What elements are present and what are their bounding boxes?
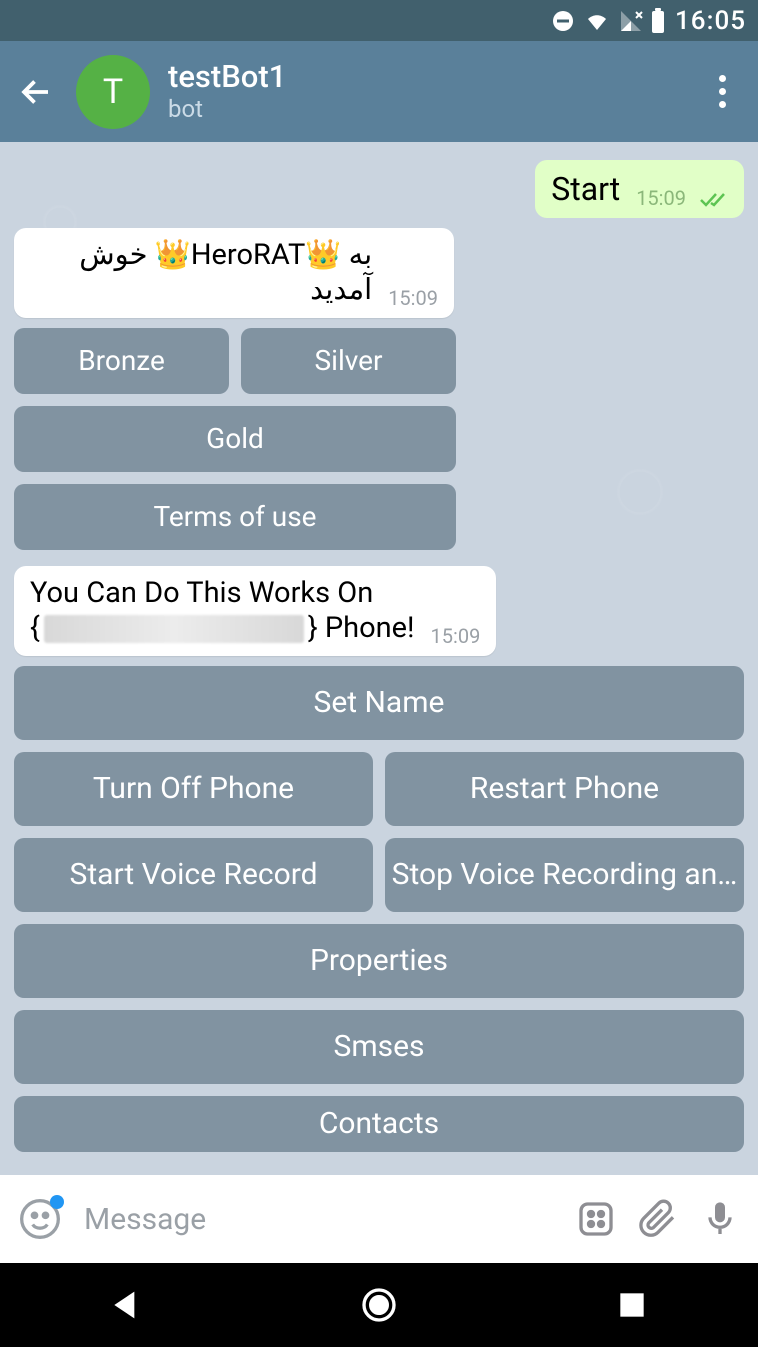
avatar[interactable]: T: [76, 55, 150, 129]
kb-button-terms[interactable]: Terms of use: [14, 484, 456, 550]
attach-icon[interactable]: [638, 1199, 678, 1239]
message-text: Start: [551, 170, 620, 208]
header-titles[interactable]: testBot1 bot: [168, 60, 704, 122]
status-bar: 16:05: [0, 0, 758, 41]
message-in: You Can Do This Works On {} Phone! 15:09: [0, 562, 758, 662]
kb-button-restart[interactable]: Restart Phone: [385, 752, 744, 826]
message-bubble[interactable]: You Can Do This Works On {} Phone! 15:09: [14, 566, 496, 656]
dnd-icon: [551, 9, 575, 33]
kb-button-start-voice[interactable]: Start Voice Record: [14, 838, 373, 912]
kb-button-set-name[interactable]: Set Name: [14, 666, 744, 740]
message-in: به 👑HeroRAT👑 خوش آمدید 15:09: [0, 224, 758, 324]
message-text: You Can Do This Works On {} Phone!: [30, 576, 415, 646]
nav-back-icon[interactable]: [106, 1285, 146, 1325]
chat-area[interactable]: Start 15:09 به 👑HeroRAT👑 خوش آمدید 15:09…: [0, 142, 758, 1175]
reply-keyboard-2: Set Name Turn Off Phone Restart Phone St…: [0, 662, 758, 1152]
android-navbar: [0, 1263, 758, 1347]
message-time: 15:09: [431, 624, 481, 648]
kb-button-turn-off[interactable]: Turn Off Phone: [14, 752, 373, 826]
avatar-letter: T: [103, 72, 123, 112]
kb-button-smses[interactable]: Smses: [14, 1010, 744, 1084]
read-ticks-icon: [700, 191, 728, 209]
emoji-button[interactable]: [18, 1197, 62, 1241]
message-out: Start 15:09: [0, 156, 758, 224]
back-icon[interactable]: [18, 74, 54, 110]
nav-home-icon[interactable]: [359, 1285, 399, 1325]
reply-keyboard-1: Bronze Silver Gold Terms of use: [0, 324, 470, 550]
status-clock: 16:05: [675, 6, 746, 36]
signal-icon: [619, 9, 643, 33]
kb-button-contacts[interactable]: Contacts: [14, 1096, 744, 1152]
status-icons: [551, 8, 665, 34]
battery-icon: [651, 8, 665, 34]
commands-icon[interactable]: [576, 1199, 616, 1239]
kb-button-stop-voice[interactable]: Stop Voice Recording an…: [385, 838, 744, 912]
phone-screen: 16:05 T testBot1 bot Start 15:09 به 👑Her…: [0, 0, 758, 1347]
kb-button-gold[interactable]: Gold: [14, 406, 456, 472]
chat-title: testBot1: [168, 60, 704, 94]
chat-header: T testBot1 bot: [0, 41, 758, 142]
message-text: به 👑HeroRAT👑 خوش آمدید: [30, 238, 372, 308]
message-bubble[interactable]: Start 15:09: [535, 160, 744, 218]
redacted-text: [44, 615, 304, 643]
message-bubble[interactable]: به 👑HeroRAT👑 خوش آمدید 15:09: [14, 228, 454, 318]
kb-button-bronze[interactable]: Bronze: [14, 328, 229, 394]
mic-icon[interactable]: [700, 1199, 740, 1239]
wifi-icon: [583, 9, 611, 33]
message-input-bar: Message: [0, 1175, 758, 1263]
message-time: 15:09: [388, 286, 438, 310]
more-menu-icon[interactable]: [704, 74, 740, 110]
kb-button-silver[interactable]: Silver: [241, 328, 456, 394]
chat-subtitle: bot: [168, 96, 704, 122]
message-time: 15:09: [636, 186, 686, 210]
nav-recent-icon[interactable]: [612, 1285, 652, 1325]
notification-dot-icon: [50, 1195, 64, 1209]
message-input[interactable]: Message: [84, 1202, 554, 1237]
kb-button-properties[interactable]: Properties: [14, 924, 744, 998]
